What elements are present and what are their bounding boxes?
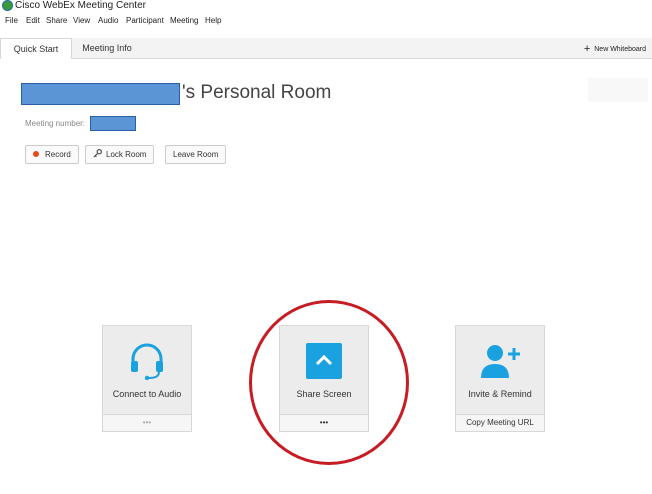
key-icon: [93, 149, 102, 158]
new-whiteboard-button[interactable]: + New Whiteboard: [584, 43, 646, 55]
menu-participant[interactable]: Participant: [126, 16, 164, 25]
invite-remind-tile[interactable]: Invite & Remind Copy Meeting URL: [455, 325, 545, 432]
lock-room-button[interactable]: Lock Room: [85, 145, 155, 164]
record-icon: [33, 151, 39, 157]
invite-remind-label: Invite & Remind: [468, 389, 532, 399]
plus-icon: +: [583, 43, 591, 55]
host-name-redaction: [21, 83, 180, 105]
window-title: Cisco WebEx Meeting Center: [15, 0, 146, 11]
leave-room-label: Leave Room: [173, 150, 219, 159]
audio-more-button[interactable]: •••: [103, 414, 191, 431]
room-title: 's Personal Room: [182, 82, 332, 103]
menu-view[interactable]: View: [73, 16, 90, 25]
add-person-icon: [481, 345, 520, 378]
menu-audio[interactable]: Audio: [98, 16, 118, 25]
webex-logo-icon: [2, 0, 13, 11]
new-whiteboard-label: New Whiteboard: [594, 46, 646, 53]
tab-quick-start[interactable]: Quick Start: [0, 38, 72, 60]
menu-bar: File Edit Share View Audio Participant M…: [0, 13, 652, 29]
annotation-circle: [249, 300, 409, 465]
menu-share[interactable]: Share: [46, 16, 67, 25]
connect-audio-tile[interactable]: Connect to Audio •••: [102, 325, 192, 432]
title-bar: Cisco WebEx Meeting Center: [0, 0, 652, 13]
menu-meeting[interactable]: Meeting: [170, 16, 198, 25]
record-label: Record: [45, 150, 71, 159]
meeting-number-redaction: [90, 116, 136, 131]
copy-meeting-url-button[interactable]: Copy Meeting URL: [456, 414, 544, 431]
right-fade: [588, 78, 648, 102]
connect-audio-label: Connect to Audio: [112, 389, 182, 399]
menu-edit[interactable]: Edit: [26, 16, 40, 25]
meeting-number-label: Meeting number:: [25, 119, 86, 128]
leave-room-button[interactable]: Leave Room: [165, 145, 227, 164]
tab-meeting-info[interactable]: Meeting Info: [72, 38, 142, 58]
lock-room-label: Lock Room: [106, 150, 147, 159]
menu-file[interactable]: File: [5, 16, 18, 25]
menu-help[interactable]: Help: [205, 16, 221, 25]
tab-bar: Quick Start Meeting Info + New Whiteboard: [0, 38, 652, 60]
record-button[interactable]: Record: [25, 145, 79, 164]
headset-icon: [131, 343, 163, 381]
